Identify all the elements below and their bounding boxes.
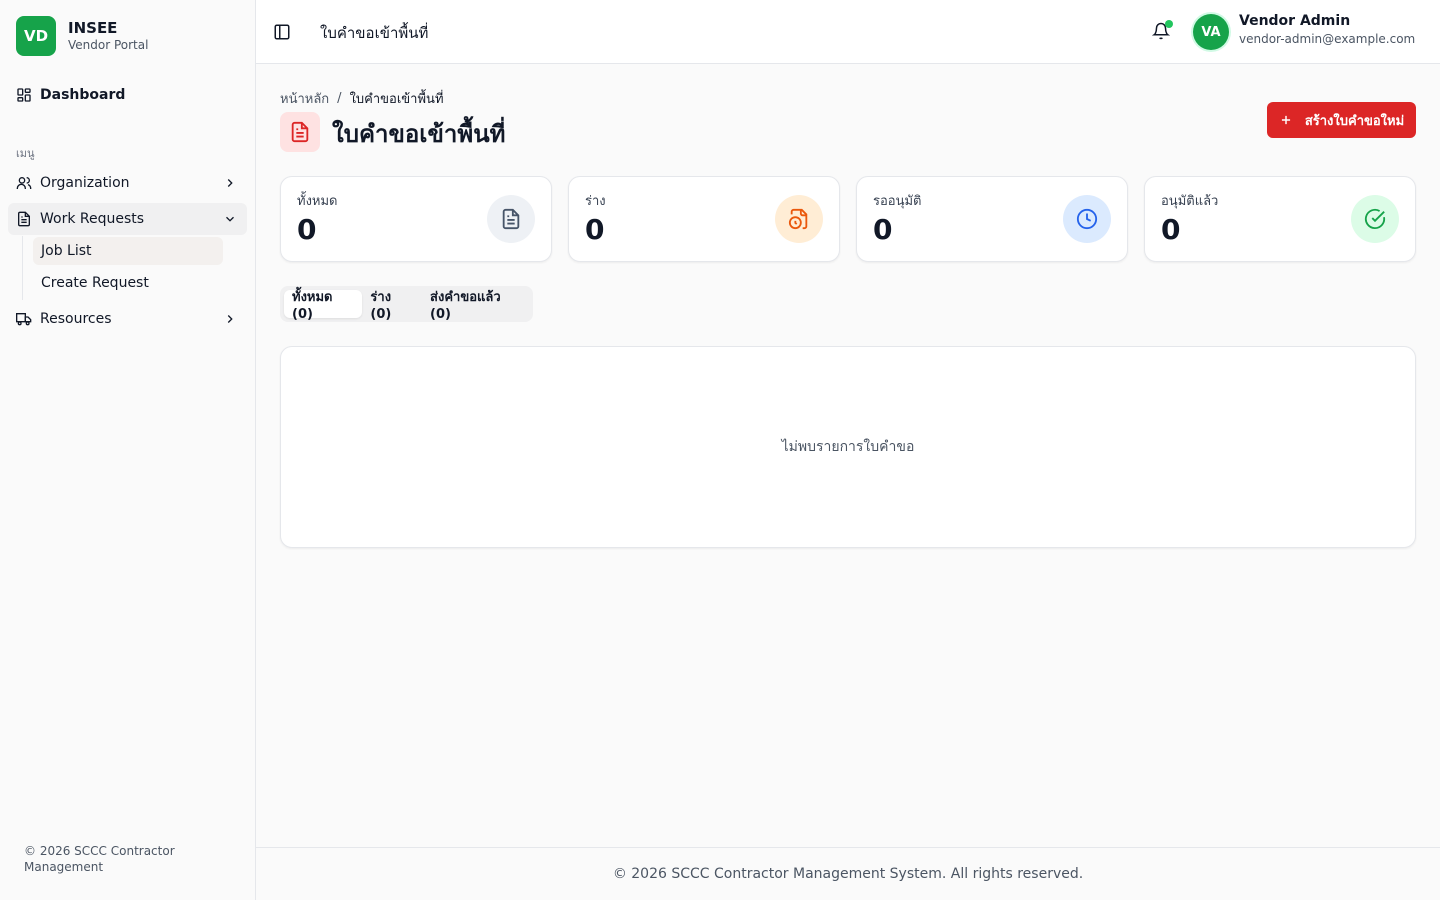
- request-list-panel: ไม่พบรายการใบคำขอ: [280, 346, 1416, 548]
- user-email: vendor-admin@example.com: [1239, 32, 1416, 46]
- stat-card-draft: ร่าง 0: [568, 176, 840, 262]
- clock-icon: [1063, 195, 1111, 243]
- truck-icon: [16, 311, 32, 327]
- stat-card-pending: รออนุมัติ 0: [856, 176, 1128, 262]
- file-text-icon: [16, 211, 32, 227]
- stat-label: รออนุมัติ: [873, 194, 922, 209]
- dashboard-icon: [16, 87, 32, 103]
- stat-value: 0: [1161, 213, 1181, 246]
- stat-label: อนุมัติแล้ว: [1161, 194, 1219, 209]
- stat-value: 0: [585, 213, 605, 246]
- sidebar-subitem-label: Create Request: [41, 275, 149, 291]
- tab-submitted[interactable]: ส่งคำขอแล้ว (0): [422, 290, 529, 322]
- sidebar-item-label: Resources: [40, 311, 112, 327]
- page-footer: © 2026 SCCC Contractor Management System…: [256, 847, 1440, 900]
- file-text-icon: [280, 112, 320, 152]
- chevron-down-icon: [223, 212, 237, 226]
- sidebar-item-resources[interactable]: Resources: [8, 303, 247, 335]
- stat-value: 0: [873, 213, 893, 246]
- breadcrumb-separator: /: [337, 91, 342, 106]
- sidebar-item-work-requests[interactable]: Work Requests: [8, 203, 247, 235]
- sidebar-subitem-job-list[interactable]: Job List: [33, 237, 223, 265]
- sidebar-item-label: Dashboard: [40, 87, 126, 103]
- create-request-label: สร้างใบคำขอใหม่: [1304, 112, 1405, 128]
- file-text-icon: [487, 195, 535, 243]
- user-name: Vendor Admin: [1239, 13, 1351, 29]
- sidebar-subitem-label: Job List: [41, 243, 92, 259]
- sidebar-item-dashboard[interactable]: Dashboard: [8, 79, 247, 111]
- sidebar-item-organization[interactable]: Organization: [8, 167, 247, 199]
- brand-logo: VD: [16, 16, 56, 56]
- chevron-right-icon: [223, 176, 237, 190]
- footer-text: © 2026 SCCC Contractor Management System…: [612, 866, 1084, 882]
- section-label: เมนู: [16, 147, 35, 160]
- brand-name: INSEE: [68, 19, 118, 37]
- breadcrumb-home[interactable]: หน้าหลัก: [280, 88, 329, 109]
- brand-subtitle: Vendor Portal: [68, 38, 149, 52]
- stat-label: ทั้งหมด: [297, 194, 338, 209]
- page-title: ใบคำขอเข้าพื้นที่: [332, 120, 506, 148]
- stat-card-approved: อนุมัติแล้ว 0: [1144, 176, 1416, 262]
- breadcrumb: หน้าหลัก / ใบคำขอเข้าพื้นที่: [280, 88, 444, 109]
- users-icon: [16, 175, 32, 191]
- plus-icon: [1279, 113, 1293, 127]
- create-request-button[interactable]: สร้างใบคำขอใหม่: [1267, 102, 1416, 138]
- subnav-line: [22, 236, 23, 300]
- sidebar: VD INSEE Vendor Portal Dashboard เมนู Or…: [0, 0, 256, 900]
- top-header: ใบคำขอเข้าพื้นที่ VA Vendor Admin vendor…: [256, 0, 1440, 64]
- sidebar-footer: © 2026 SCCC Contractor Management: [24, 844, 175, 874]
- stat-card-total: ทั้งหมด 0: [280, 176, 552, 262]
- sidebar-item-label: Organization: [40, 175, 130, 191]
- tab-draft[interactable]: ร่าง (0): [362, 290, 422, 322]
- file-clock-icon: [775, 195, 823, 243]
- sidebar-toggle-icon[interactable]: [272, 22, 292, 42]
- notification-dot: [1165, 20, 1173, 28]
- status-tabs: ทั้งหมด (0) ร่าง (0) ส่งคำขอแล้ว (0): [280, 286, 533, 322]
- avatar[interactable]: VA: [1193, 14, 1229, 50]
- sidebar-item-label: Work Requests: [40, 211, 145, 227]
- sidebar-subitem-create-request[interactable]: Create Request: [33, 269, 223, 297]
- tab-all[interactable]: ทั้งหมด (0): [284, 290, 363, 322]
- breadcrumb-current: ใบคำขอเข้าพื้นที่: [349, 92, 444, 107]
- stat-value: 0: [297, 213, 317, 246]
- stat-label: ร่าง: [585, 194, 606, 209]
- brand[interactable]: VD INSEE Vendor Portal: [16, 16, 148, 56]
- check-circle-icon: [1351, 195, 1399, 243]
- empty-message: ไม่พบรายการใบคำขอ: [781, 439, 915, 455]
- chevron-right-icon: [223, 312, 237, 326]
- header-title: ใบคำขอเข้าพื้นที่: [320, 24, 429, 42]
